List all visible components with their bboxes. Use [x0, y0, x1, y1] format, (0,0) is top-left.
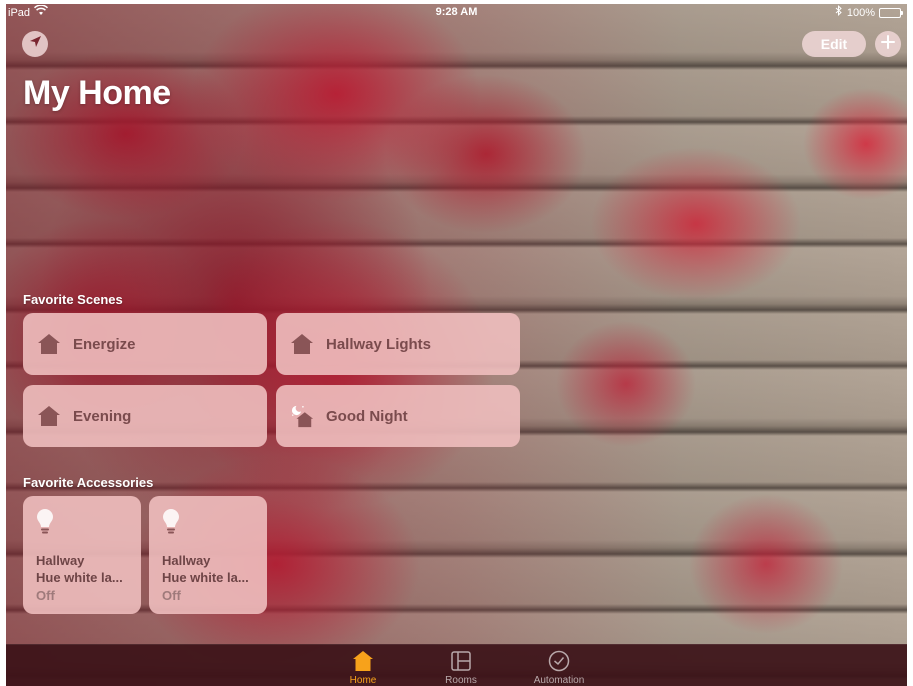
- edit-button[interactable]: Edit: [802, 31, 866, 57]
- rooms-tab-icon: [449, 649, 473, 673]
- lightbulb-icon: [162, 509, 180, 539]
- accessory-tile-hallway-1[interactable]: Hallway Hue white la... Off: [23, 496, 141, 614]
- house-icon: [37, 332, 61, 356]
- tab-automation[interactable]: Automation: [524, 649, 594, 686]
- scene-label: Hallway Lights: [326, 335, 432, 353]
- accessory-subtitle: Hue white la...: [162, 570, 249, 585]
- tab-home[interactable]: Home: [328, 649, 398, 686]
- scene-tile-energize[interactable]: Energize: [23, 313, 267, 375]
- tab-label: Rooms: [445, 675, 477, 686]
- favorite-scenes-title: Favorite Scenes: [23, 292, 123, 307]
- accessory-tile-hallway-2[interactable]: Hallway Hue white la... Off: [149, 496, 267, 614]
- moon-house-icon: [290, 404, 314, 428]
- status-right: 100%: [835, 5, 903, 20]
- lightbulb-icon: [36, 509, 54, 539]
- status-bar: iPad 9:28 AM 100%: [6, 4, 907, 20]
- house-icon: [290, 332, 314, 356]
- scene-tile-hallway-lights[interactable]: Hallway Lights: [276, 313, 520, 375]
- battery-icon: [879, 7, 903, 18]
- scene-tile-good-night[interactable]: Good Night: [276, 385, 520, 447]
- accessory-name: Hallway: [162, 553, 211, 568]
- scene-label: Evening: [73, 407, 132, 425]
- tab-label: Home: [349, 675, 377, 686]
- accessory-status: Off: [36, 588, 55, 603]
- add-button[interactable]: [875, 31, 901, 57]
- accessory-status: Off: [162, 588, 181, 603]
- home-screen: iPad 9:28 AM 100% Edit My Home Favorite …: [6, 4, 907, 686]
- battery-percent: 100%: [846, 6, 875, 19]
- accessory-name: Hallway: [36, 553, 85, 568]
- tab-rooms[interactable]: Rooms: [426, 649, 496, 686]
- automation-tab-icon: [547, 649, 571, 673]
- bluetooth-icon: [835, 5, 843, 20]
- home-tab-icon: [351, 649, 375, 673]
- house-icon: [37, 404, 61, 428]
- scene-label: Good Night: [326, 407, 408, 425]
- plus-icon: [881, 34, 895, 54]
- location-arrow-icon: [29, 35, 42, 53]
- scene-tile-evening[interactable]: Evening: [23, 385, 267, 447]
- scene-label: Energize: [73, 335, 136, 353]
- location-button[interactable]: [22, 31, 48, 57]
- page-title: My Home: [23, 74, 171, 112]
- tab-label: Automation: [533, 675, 585, 686]
- favorite-accessories-title: Favorite Accessories: [23, 475, 154, 490]
- accessory-subtitle: Hue white la...: [36, 570, 123, 585]
- status-time: 9:28 AM: [435, 6, 478, 18]
- tab-bar: Home Rooms Automation: [6, 644, 907, 686]
